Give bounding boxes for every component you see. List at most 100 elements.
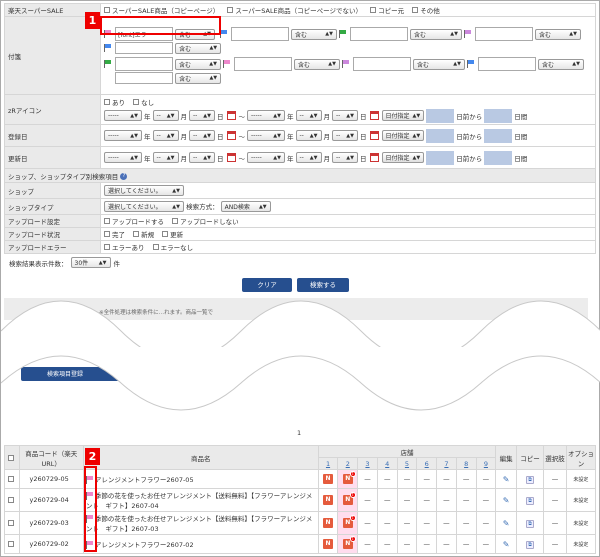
- tag-op-9[interactable]: 含む ▲▼: [538, 58, 584, 70]
- year-select-from[interactable]: ----- ▲▼: [104, 110, 142, 121]
- day-select-to[interactable]: -- ▲▼: [332, 130, 358, 141]
- checkbox[interactable]: [104, 7, 110, 13]
- zr-opt-no[interactable]: なし: [133, 97, 154, 107]
- shoptype-select[interactable]: 選択してください。 ▲▼: [104, 201, 184, 213]
- blue-flag-icon[interactable]: [104, 44, 112, 52]
- copy-icon[interactable]: ⧉: [526, 540, 535, 549]
- copy-cell[interactable]: ⧉: [516, 511, 545, 535]
- tag-text-4[interactable]: [475, 27, 533, 41]
- blue-flag-icon[interactable]: [220, 30, 228, 38]
- shop-col-3[interactable]: 3: [357, 457, 378, 470]
- tag-op-3[interactable]: 含む ▲▼: [410, 28, 462, 40]
- tag-text-6[interactable]: [115, 57, 173, 71]
- option-cell[interactable]: 未設定: [565, 469, 597, 489]
- pencil-icon[interactable]: ✎: [503, 540, 510, 549]
- row-checkbox[interactable]: [7, 476, 14, 482]
- shop-status[interactable]: N: [317, 469, 339, 489]
- purple-flag-icon[interactable]: [464, 30, 472, 38]
- edit-cell[interactable]: ✎: [495, 488, 518, 512]
- copy-cell[interactable]: ⧉: [516, 469, 545, 489]
- zr-opt-yes[interactable]: あり: [104, 97, 125, 107]
- clear-button[interactable]: クリア: [242, 278, 292, 292]
- tag-text-8[interactable]: [353, 57, 411, 71]
- results-count-select[interactable]: 30件 ▲▼: [70, 257, 111, 268]
- product-name[interactable]: 季節の花を使ったお任せアレンジメント【送料無料】【フラワーアレンジメント ギフト…: [86, 515, 313, 533]
- copy-cell[interactable]: ⧉: [516, 488, 545, 512]
- search-method-select[interactable]: AND検索 ▲▼: [220, 201, 271, 213]
- shop-col-2[interactable]: 2: [337, 457, 359, 470]
- days-range-input[interactable]: [484, 150, 513, 165]
- sale-opt-3[interactable]: コピー元: [370, 5, 404, 15]
- green-flag-icon[interactable]: [339, 30, 347, 38]
- shop-col-5[interactable]: 5: [396, 457, 418, 470]
- option-cell[interactable]: 未設定: [565, 534, 597, 554]
- calendar-icon[interactable]: [226, 153, 236, 162]
- date-mode-select[interactable]: 日付指定 ▲▼: [381, 152, 425, 163]
- status-done[interactable]: 完了: [104, 229, 125, 239]
- pencil-icon[interactable]: ✎: [503, 519, 510, 528]
- tag-op-2[interactable]: 含む ▲▼: [291, 28, 337, 40]
- row-checkbox[interactable]: [7, 541, 14, 547]
- month-select-from[interactable]: -- ▲▼: [152, 110, 179, 121]
- page-number[interactable]: 1: [297, 429, 301, 437]
- shop-status[interactable]: N: [317, 534, 339, 554]
- days-before-input[interactable]: [426, 108, 455, 123]
- copy-icon[interactable]: ⧉: [526, 519, 535, 528]
- product-name[interactable]: アレンジメントフラワー2607-02: [95, 541, 194, 549]
- pencil-icon[interactable]: ✎: [503, 496, 510, 505]
- day-select-to[interactable]: -- ▲▼: [332, 110, 358, 121]
- shop-status[interactable]: N: [317, 488, 339, 512]
- select-all-checkbox[interactable]: [7, 454, 14, 461]
- tag-op-8[interactable]: 含む ▲▼: [413, 58, 465, 70]
- year-select-from[interactable]: ----- ▲▼: [104, 152, 142, 163]
- calendar-icon[interactable]: [369, 111, 379, 120]
- tag-op-5[interactable]: 含む ▲▼: [175, 42, 222, 54]
- copy-cell[interactable]: ⧉: [516, 534, 545, 554]
- calendar-icon[interactable]: [226, 111, 236, 120]
- status-new[interactable]: 新規: [133, 229, 154, 239]
- checkbox[interactable]: [162, 231, 169, 237]
- shop-col-8[interactable]: 8: [455, 457, 477, 470]
- days-range-input[interactable]: [484, 108, 513, 123]
- pink-flag-icon[interactable]: [223, 60, 231, 68]
- shop-status[interactable]: N!: [337, 469, 359, 489]
- edit-cell[interactable]: ✎: [495, 534, 518, 554]
- date-mode-select[interactable]: 日付指定 ▲▼: [381, 110, 425, 121]
- day-select-from[interactable]: -- ▲▼: [189, 110, 215, 121]
- calendar-icon[interactable]: [226, 131, 236, 140]
- month-select-to[interactable]: -- ▲▼: [295, 152, 322, 163]
- checkbox[interactable]: [133, 231, 140, 237]
- status-update[interactable]: 更新: [162, 229, 183, 239]
- tag-text-2[interactable]: [231, 27, 289, 41]
- upload-yes[interactable]: アップロードする: [104, 216, 164, 226]
- checkbox[interactable]: [104, 218, 110, 224]
- year-select-to[interactable]: ----- ▲▼: [247, 152, 285, 163]
- sale-opt-2[interactable]: スーパーSALE商品（コピーページでない）: [227, 5, 362, 15]
- shop-status[interactable]: N!: [337, 511, 359, 535]
- year-select-to[interactable]: ----- ▲▼: [247, 130, 285, 141]
- checkbox[interactable]: [412, 7, 419, 13]
- shop-col-4[interactable]: 4: [376, 457, 398, 470]
- year-select-from[interactable]: ----- ▲▼: [104, 130, 142, 141]
- shop-status[interactable]: N!: [337, 488, 359, 512]
- tag-op-7[interactable]: 含む ▲▼: [294, 58, 340, 70]
- tag-text-5[interactable]: [115, 42, 174, 54]
- search-button[interactable]: 検索する: [297, 278, 349, 292]
- checkbox[interactable]: [104, 98, 110, 105]
- date-mode-select[interactable]: 日付指定 ▲▼: [381, 130, 425, 141]
- checkbox[interactable]: [370, 7, 377, 13]
- product-name[interactable]: アレンジメントフラワー2607-05: [95, 476, 194, 484]
- help-icon[interactable]: ?: [120, 173, 128, 180]
- month-select-to[interactable]: -- ▲▼: [295, 110, 322, 121]
- tag-op-10[interactable]: 含む ▲▼: [175, 72, 222, 84]
- tag-text-3[interactable]: [350, 27, 408, 41]
- error-no[interactable]: エラーなし: [152, 242, 193, 252]
- copy-icon[interactable]: ⧉: [526, 496, 535, 505]
- blue-flag-icon[interactable]: [467, 60, 475, 68]
- tag-op-6[interactable]: 含む ▲▼: [175, 58, 221, 70]
- option-cell[interactable]: 未設定: [565, 511, 597, 535]
- checkbox[interactable]: [104, 231, 110, 237]
- days-before-input[interactable]: [426, 128, 455, 143]
- year-select-to[interactable]: ----- ▲▼: [247, 110, 285, 121]
- shop-col-7[interactable]: 7: [436, 457, 457, 470]
